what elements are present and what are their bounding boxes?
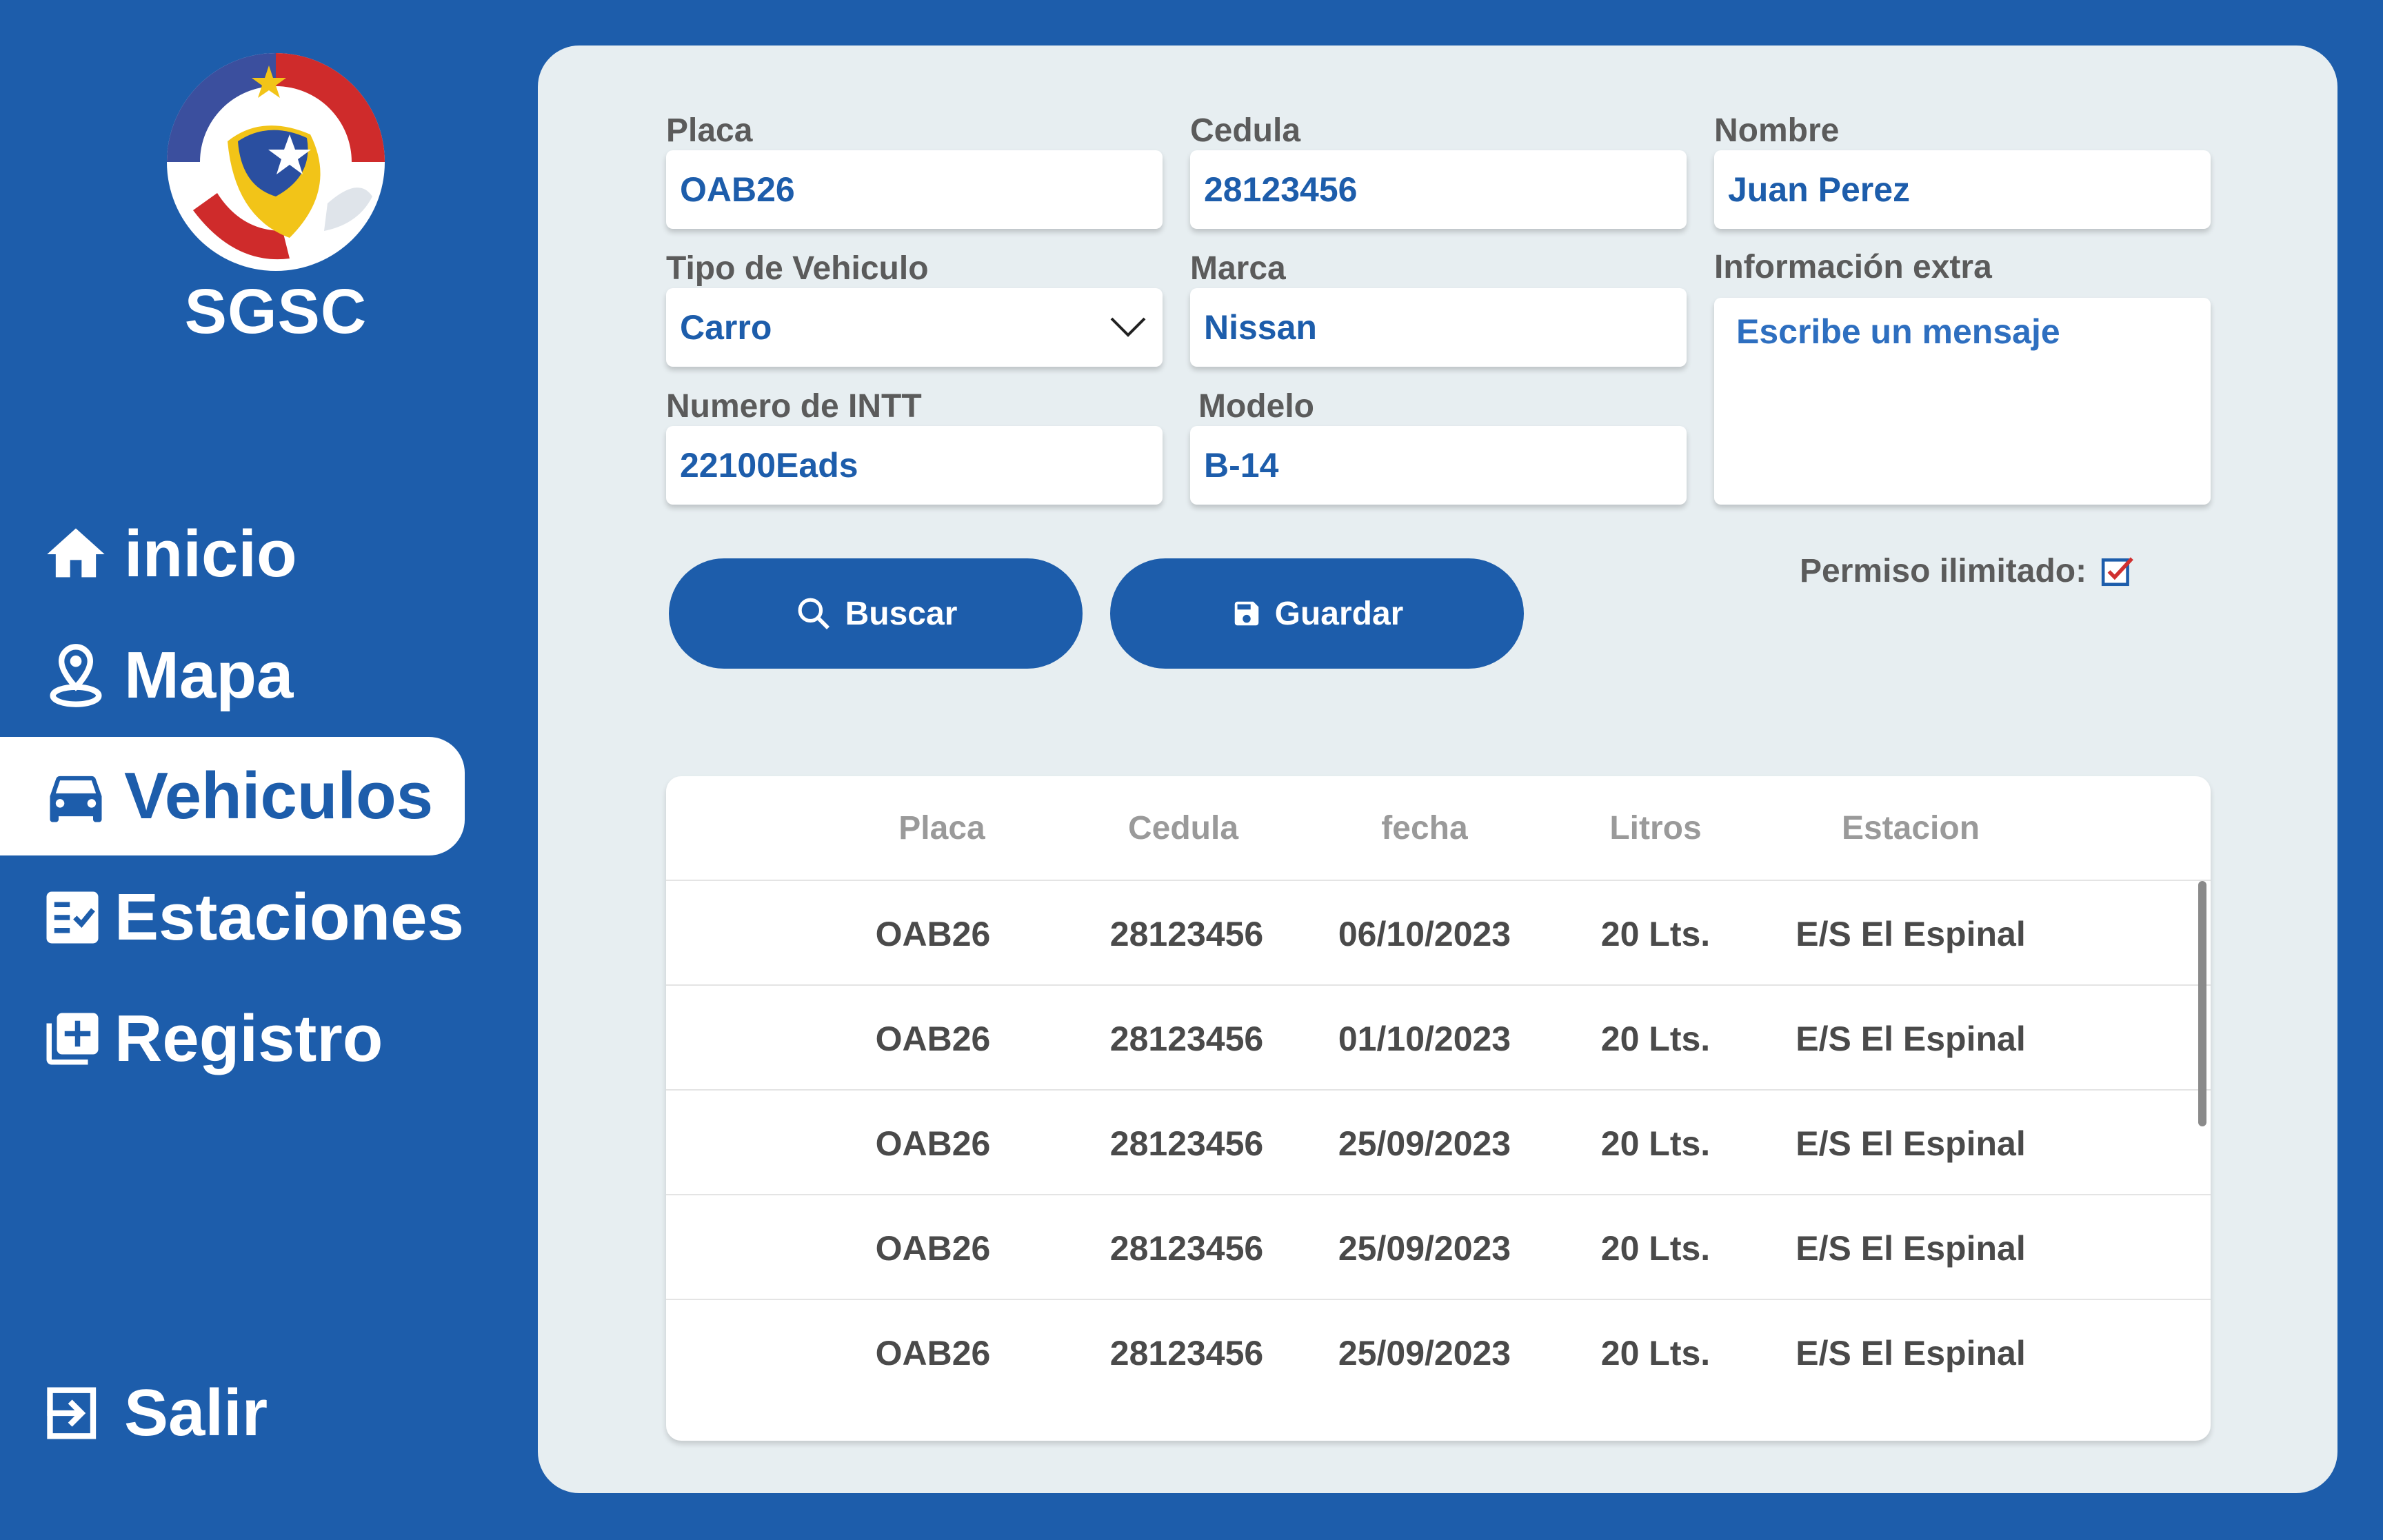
cell-estacion: E/S El Espinal [1796, 1124, 2026, 1163]
marca-value: Nissan [1204, 308, 1317, 347]
extra-label: Información extra [1714, 249, 1992, 285]
home-icon [47, 528, 105, 578]
logout-icon [47, 1387, 97, 1439]
cedula-value: 28123456 [1204, 170, 1358, 209]
cell-fecha: 25/09/2023 [1338, 1334, 1511, 1372]
cell-estacion: E/S El Espinal [1796, 915, 2026, 953]
intt-input[interactable]: 22100Eads [666, 426, 1163, 505]
placa-label: Placa [666, 112, 753, 149]
guardar-button[interactable]: Guardar [1110, 558, 1524, 669]
nav-vehiculos[interactable]: Vehiculos [0, 737, 465, 855]
brand-name: SGSC [184, 276, 368, 347]
logout-button[interactable]: Salir [0, 1354, 345, 1472]
map-pin-icon [50, 644, 102, 707]
nav-inicio[interactable]: inicio [0, 495, 386, 614]
table-row[interactable]: OAB26 28123456 06/10/2023 20 Lts. E/S El… [666, 881, 2211, 986]
nav-estaciones[interactable]: Estaciones [0, 858, 483, 977]
cedula-label: Cedula [1190, 112, 1301, 149]
table-scrollbar[interactable] [2198, 881, 2206, 1126]
cell-fecha: 01/10/2023 [1338, 1020, 1511, 1058]
chevron-down-icon [1110, 317, 1146, 337]
tipo-select[interactable]: Carro [666, 288, 1163, 367]
cell-placa: OAB26 [875, 1229, 991, 1268]
sgsc-logo [167, 53, 385, 271]
save-icon [1234, 601, 1258, 626]
cell-litros: 20 Lts. [1600, 1229, 1711, 1268]
cell-litros: 20 Lts. [1600, 915, 1711, 953]
cell-cedula: 28123456 [1109, 1124, 1264, 1163]
table-row[interactable]: OAB26 28123456 25/09/2023 20 Lts. E/S El… [666, 1091, 2211, 1195]
sidebar: SGSC inicio Mapa Vehiculos Estaciones Re… [0, 0, 538, 1540]
cell-fecha: 25/09/2023 [1338, 1124, 1511, 1163]
modelo-label: Modelo [1198, 388, 1314, 425]
cell-placa: OAB26 [875, 915, 991, 953]
cell-placa: OAB26 [875, 1334, 991, 1372]
header-placa: Placa [898, 810, 985, 847]
add-box-icon [46, 1013, 99, 1065]
nav-vehiculos-label: Vehiculos [124, 759, 434, 833]
cell-litros: 20 Lts. [1600, 1020, 1711, 1058]
extra-textarea[interactable]: Escribe un mensaje [1714, 298, 2211, 505]
logout-label: Salir [124, 1376, 268, 1450]
cell-fecha: 06/10/2023 [1338, 915, 1511, 953]
cedula-input[interactable]: 28123456 [1190, 150, 1687, 229]
buscar-label: Buscar [845, 595, 958, 632]
cell-fecha: 25/09/2023 [1338, 1229, 1511, 1268]
tipo-value: Carro [680, 308, 772, 347]
nav-estaciones-label: Estaciones [114, 880, 464, 954]
table-row[interactable]: OAB26 28123456 25/09/2023 20 Lts. E/S El… [666, 1195, 2211, 1300]
guardar-label: Guardar [1274, 595, 1404, 632]
checklist-icon [46, 891, 99, 944]
table-header: Placa Cedula fecha Litros Estacion [666, 776, 2211, 881]
intt-label: Numero de INTT [666, 388, 922, 425]
table-row[interactable]: OAB26 28123456 01/10/2023 20 Lts. E/S El… [666, 986, 2211, 1091]
nav-mapa[interactable]: Mapa [0, 616, 386, 735]
nombre-value: Juan Perez [1728, 170, 1911, 209]
cell-estacion: E/S El Espinal [1796, 1334, 2026, 1372]
nombre-input[interactable]: Juan Perez [1714, 150, 2211, 229]
header-litros: Litros [1609, 810, 1702, 847]
cell-litros: 20 Lts. [1600, 1124, 1711, 1163]
placa-value: OAB26 [680, 170, 795, 209]
cell-placa: OAB26 [875, 1020, 991, 1058]
cell-placa: OAB26 [875, 1124, 991, 1163]
search-icon [798, 598, 829, 629]
cell-estacion: E/S El Espinal [1796, 1020, 2026, 1058]
cell-estacion: E/S El Espinal [1796, 1229, 2026, 1268]
nav-registro[interactable]: Registro [0, 980, 428, 1098]
consumption-table: Placa Cedula fecha Litros Estacion OAB26… [666, 776, 2211, 1441]
modelo-input[interactable]: B-14 [1190, 426, 1687, 505]
permiso-checkbox[interactable] [2100, 554, 2135, 589]
nav-inicio-label: inicio [124, 517, 297, 591]
header-fecha: fecha [1381, 810, 1468, 847]
nav-registro-label: Registro [114, 1002, 383, 1075]
cell-cedula: 28123456 [1109, 915, 1264, 953]
main-panel: Placa OAB26 Cedula 28123456 Nombre Juan … [538, 45, 2337, 1493]
extra-placeholder: Escribe un mensaje [1736, 312, 2060, 351]
marca-label: Marca [1190, 250, 1286, 287]
cell-cedula: 28123456 [1109, 1229, 1264, 1268]
table-row[interactable]: OAB26 28123456 25/09/2023 20 Lts. E/S El… [666, 1300, 2211, 1405]
modelo-value: B-14 [1204, 446, 1279, 485]
buscar-button[interactable]: Buscar [669, 558, 1083, 669]
nav-mapa-label: Mapa [124, 638, 294, 712]
placa-input[interactable]: OAB26 [666, 150, 1163, 229]
car-icon [50, 776, 102, 822]
cell-litros: 20 Lts. [1600, 1334, 1711, 1372]
intt-value: 22100Eads [680, 446, 858, 485]
header-cedula: Cedula [1127, 810, 1239, 847]
marca-input[interactable]: Nissan [1190, 288, 1687, 367]
header-estacion: Estacion [1841, 810, 1980, 847]
cell-cedula: 28123456 [1109, 1020, 1264, 1058]
permiso-label: Permiso ilimitado: [1800, 553, 2087, 589]
permiso-row: Permiso ilimitado: [1800, 552, 2135, 590]
nombre-label: Nombre [1714, 112, 1840, 149]
tipo-label: Tipo de Vehiculo [666, 250, 929, 287]
cell-cedula: 28123456 [1109, 1334, 1264, 1372]
